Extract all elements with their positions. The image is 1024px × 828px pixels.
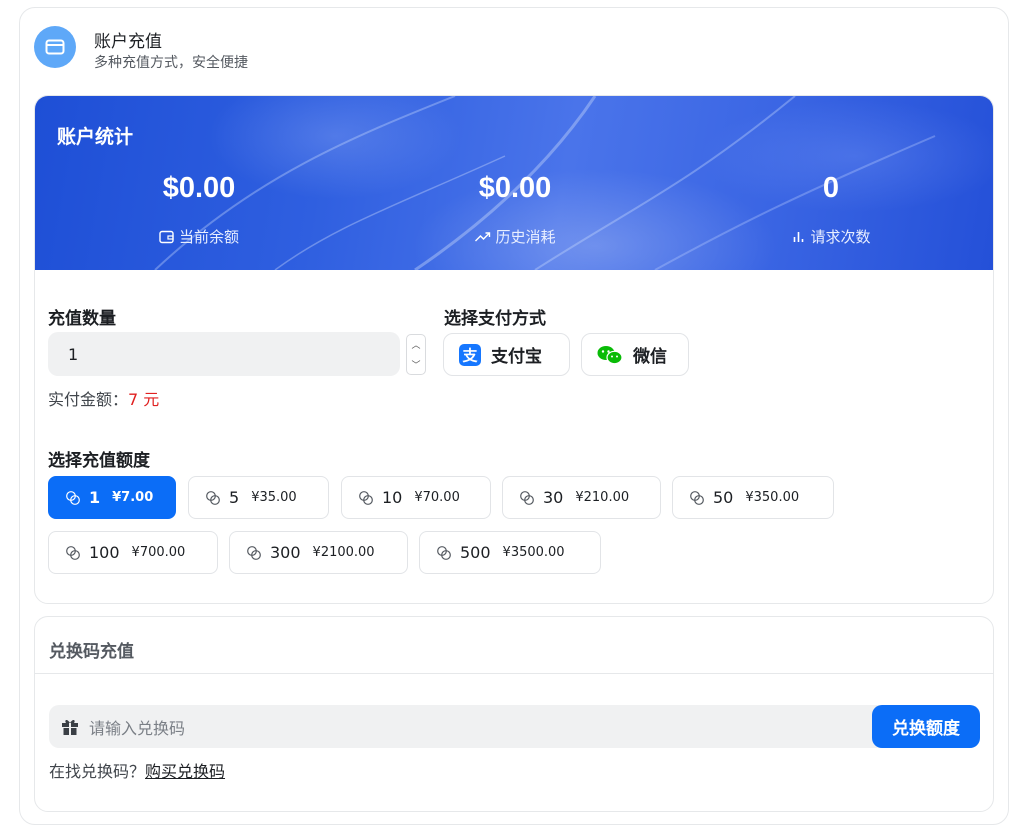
coins-icon: [65, 545, 81, 561]
requests-value: 0: [822, 172, 840, 204]
redeem-placeholder: 请输入兑换码: [89, 718, 186, 738]
amount-price: ¥70.00: [414, 490, 460, 505]
page-subtitle: 多种充值方式，安全便捷: [94, 55, 248, 71]
balance-value: $0.00: [162, 172, 236, 204]
amount-label: 选择充值额度: [48, 451, 150, 471]
chevron-down-icon[interactable]: ﹀: [411, 358, 420, 371]
amount-price: ¥2100.00: [312, 545, 375, 560]
alipay-icon: 支: [459, 343, 481, 366]
amount-option[interactable]: 300 ¥2100.00: [229, 531, 408, 574]
amount-option[interactable]: 10 ¥70.00: [341, 476, 491, 519]
amount-option[interactable]: 500 ¥3500.00: [419, 531, 601, 574]
redeem-code-input[interactable]: 请输入兑换码: [49, 705, 979, 748]
amount-quantity: 100: [89, 543, 120, 562]
amount-quantity: 50: [713, 488, 734, 507]
wallet-icon: [159, 230, 174, 243]
trend-up-icon: [474, 231, 491, 241]
coins-icon: [246, 545, 262, 561]
redeem-title: 兑换码充值: [49, 642, 134, 662]
alipay-button[interactable]: 支 支付宝: [443, 333, 570, 376]
amount-price: ¥210.00: [575, 490, 630, 505]
find-code-text: 在找兑换码？购买兑换码: [49, 762, 226, 781]
amount-quantity: 500: [460, 543, 491, 562]
amount-price: ¥3500.00: [502, 545, 565, 560]
amount-quantity: 10: [382, 488, 403, 507]
amount-option[interactable]: 1 ¥7.00: [48, 476, 176, 519]
amount-quantity: 1: [89, 488, 101, 507]
coins-icon: [205, 490, 221, 506]
payment-label: 选择支付方式: [444, 309, 546, 329]
paid-amount-value: 7 元: [128, 390, 160, 409]
gift-icon: [62, 719, 78, 735]
amount-quantity: 300: [270, 543, 301, 562]
svg-text:支: 支: [461, 346, 478, 364]
amount-price: ¥700.00: [131, 545, 186, 560]
amount-quantity: 30: [543, 488, 564, 507]
chevron-up-icon[interactable]: ︿: [411, 338, 420, 351]
page-title: 账户充值: [94, 32, 162, 52]
quantity-stepper[interactable]: ︿ ﹀: [406, 334, 426, 375]
redeem-button[interactable]: 兑换额度: [872, 705, 980, 748]
balance-label: 当前余额: [159, 226, 239, 247]
requests-label: 请求次数: [791, 226, 871, 247]
paid-amount: 实付金额：7 元: [48, 390, 160, 409]
quantity-input[interactable]: 1: [48, 332, 400, 376]
amount-option[interactable]: 100 ¥700.00: [48, 531, 218, 574]
amount-option[interactable]: 5 ¥35.00: [188, 476, 329, 519]
buy-code-link[interactable]: 购买兑换码: [145, 762, 225, 781]
amount-quantity: 5: [229, 488, 240, 507]
coins-icon: [65, 490, 81, 506]
coins-icon: [689, 490, 705, 506]
redeem-card: 兑换码充值 请输入兑换码 兑换额度 在找兑换码？购买兑换码: [34, 616, 994, 812]
coins-icon: [436, 545, 452, 561]
credit-card-icon: [34, 26, 76, 68]
consumption-value: $0.00: [478, 172, 552, 204]
amount-price: ¥7.00: [112, 490, 154, 505]
stats-title: 账户统计: [57, 126, 134, 148]
amount-option[interactable]: 50 ¥350.00: [672, 476, 834, 519]
quantity-label: 充值数量: [48, 309, 116, 329]
wechat-button[interactable]: 微信: [581, 333, 689, 376]
coins-icon: [358, 490, 374, 506]
stats-banner: 账户统计 $0.00 当前余额 $0.00 历史消耗 0 请求次数: [35, 96, 993, 270]
wechat-icon: [597, 345, 623, 364]
consumption-label: 历史消耗: [474, 226, 556, 247]
bar-chart-icon: [793, 232, 804, 242]
divider: [35, 673, 993, 674]
amount-price: ¥35.00: [251, 490, 297, 505]
coins-icon: [519, 490, 535, 506]
recharge-panel: 账户统计 $0.00 当前余额 $0.00 历史消耗 0 请求次数 充值数量 1…: [34, 95, 994, 604]
amount-option[interactable]: 30 ¥210.00: [502, 476, 661, 519]
amount-price: ¥350.00: [745, 490, 800, 505]
